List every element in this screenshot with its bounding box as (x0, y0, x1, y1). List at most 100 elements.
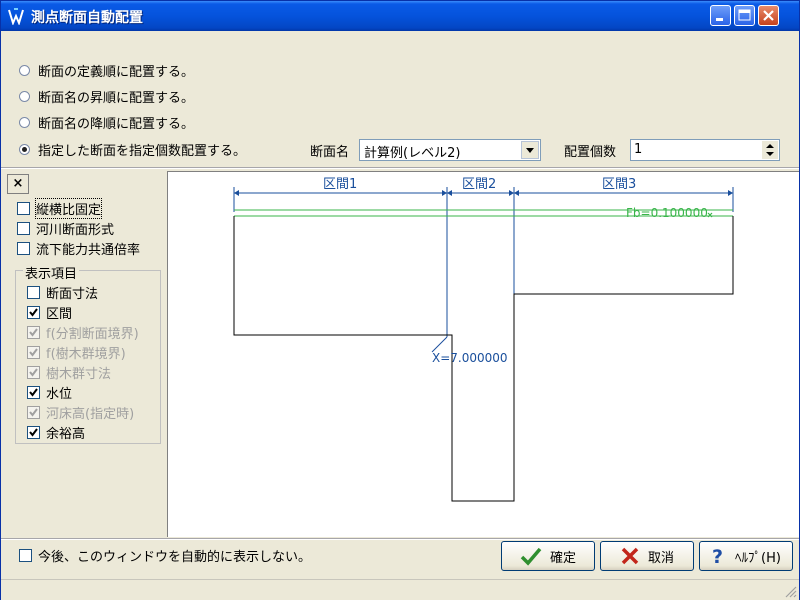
spinner-buttons[interactable] (762, 141, 778, 159)
section-label-2: 区間2 (462, 177, 496, 192)
app-icon (8, 8, 24, 25)
checkbox[interactable] (27, 385, 40, 399)
check-icon (29, 387, 38, 397)
arrow-right-icon (728, 190, 733, 196)
help-label: ﾍﾙﾌﾟ(H) (735, 550, 781, 566)
check-icon (29, 327, 38, 337)
radio-button[interactable] (19, 143, 30, 155)
checkbox (27, 365, 40, 379)
section-preview-canvas[interactable]: 区間1 区間2 区間3 Fb=0.100000 X=7.000000 (167, 171, 799, 537)
fb-label: Fb=0.100000 (626, 206, 708, 220)
check-icon (29, 427, 38, 437)
checkmark-icon (520, 547, 542, 566)
section-name-label: 断面名 (310, 145, 350, 160)
window-title: 測点断面自動配置 (31, 10, 143, 26)
radio-label: 断面名の昇順に配置する。 (38, 90, 195, 106)
check-split-boundary: f(分割断面境界) (27, 322, 139, 342)
resize-grip-icon[interactable] (783, 584, 797, 598)
status-bar (1, 579, 799, 600)
help-icon: ? (712, 546, 723, 566)
display-items-title: 表示項目 (23, 263, 80, 282)
radio-button[interactable] (19, 64, 30, 76)
x-mark-icon (621, 547, 639, 565)
maximize-icon (738, 9, 751, 21)
dropdown-button[interactable] (521, 141, 539, 159)
checkbox-label: 余裕高 (46, 426, 86, 442)
section-name-value: 計算例(レベル2) (364, 146, 461, 161)
checkbox-label: 河床高(指定時) (46, 406, 135, 422)
checkbox[interactable] (17, 241, 30, 255)
checkbox-label: 今後、このウィンドウを自動的に表示しない。 (38, 549, 312, 565)
title-bar[interactable]: 測点断面自動配置 (1, 1, 799, 31)
checkbox-label: 樹木群寸法 (46, 366, 112, 382)
checkbox-label: 流下能力共通倍率 (36, 242, 141, 258)
section-label-3: 区間3 (602, 177, 636, 192)
divider (1, 538, 799, 540)
check-freeboard[interactable]: 余裕高 (27, 422, 85, 442)
checkbox-label: f(分割断面境界) (46, 326, 139, 342)
count-value: 1 (634, 142, 643, 157)
radio-label: 指定した断面を指定個数配置する。 (38, 143, 247, 159)
panel-close-button[interactable]: × (7, 174, 29, 194)
count-label: 配置個数 (564, 145, 617, 160)
check-dont-show-again[interactable]: 今後、このウィンドウを自動的に表示しない。 (19, 545, 311, 565)
check-river-section[interactable]: 河川断面形式 (17, 218, 114, 238)
checkbox (27, 405, 40, 419)
minimize-button[interactable] (710, 5, 731, 26)
radio-specified-count[interactable]: 指定した断面を指定個数配置する。 (19, 139, 246, 159)
close-icon (763, 10, 774, 21)
cancel-button[interactable]: 取消 (600, 541, 694, 571)
radio-button[interactable] (19, 90, 30, 102)
check-icon (29, 347, 38, 357)
checkbox-label: 河川断面形式 (36, 222, 115, 238)
section-label-1: 区間1 (323, 177, 357, 192)
radio-label: 断面名の降順に配置する。 (38, 116, 195, 132)
ok-label: 確定 (549, 550, 576, 566)
radio-name-descending[interactable]: 断面名の降順に配置する。 (19, 112, 194, 132)
section-name-select[interactable]: 計算例(レベル2) (359, 139, 541, 161)
help-button[interactable]: ? ﾍﾙﾌﾟ(H) (699, 541, 793, 571)
check-tree-boundary: f(樹木群境界) (27, 342, 126, 362)
spin-arrows-icon (766, 144, 774, 156)
cross-section-drawing: 区間1 区間2 区間3 Fb=0.100000 X=7.000000 (233, 177, 734, 502)
radio-button[interactable] (19, 116, 30, 128)
ok-button[interactable]: 確定 (501, 541, 595, 571)
check-tree-dimension: 樹木群寸法 (27, 362, 111, 382)
checkbox[interactable] (17, 201, 30, 215)
checkbox (27, 325, 40, 339)
svg-text:?: ? (712, 546, 723, 566)
check-icon (29, 307, 38, 317)
maximize-button[interactable] (734, 5, 755, 26)
check-common-ratio[interactable]: 流下能力共通倍率 (17, 238, 140, 258)
check-icon (29, 407, 38, 417)
radio-name-ascending[interactable]: 断面名の昇順に配置する。 (19, 86, 194, 106)
check-riverbed-height: 河床高(指定時) (27, 402, 134, 422)
radio-label: 断面の定義順に配置する。 (38, 64, 195, 80)
checkbox[interactable] (27, 285, 40, 299)
cancel-label: 取消 (647, 550, 674, 566)
dialog-window: 測点断面自動配置 断面の定義順に配置する。 断面名の昇順に配置する。 断面名の降… (0, 0, 800, 600)
close-button[interactable] (758, 5, 779, 26)
divider (1, 167, 799, 169)
chevron-down-icon (526, 148, 534, 153)
x-leader-line (431, 336, 448, 353)
check-icon (29, 367, 38, 377)
minimize-icon (716, 18, 723, 21)
checkbox (27, 345, 40, 359)
check-section-dimension[interactable]: 断面寸法 (27, 282, 98, 302)
checkbox[interactable] (27, 305, 40, 319)
arrow-left-icon (234, 190, 239, 196)
checkbox[interactable] (27, 425, 40, 439)
checkbox[interactable] (19, 548, 32, 562)
checkbox[interactable] (17, 221, 30, 235)
radio-definition-order[interactable]: 断面の定義順に配置する。 (19, 60, 194, 80)
checkbox-label: f(樹木群境界) (46, 346, 126, 362)
check-water-level[interactable]: 水位 (27, 382, 72, 402)
check-section-interval[interactable]: 区間 (27, 302, 72, 322)
checkbox-label: 縦横比固定 (34, 197, 103, 219)
check-fixed-aspect[interactable]: 縦横比固定 (17, 197, 103, 219)
count-spinner[interactable]: 1 (630, 139, 780, 161)
checkbox-label: 断面寸法 (46, 286, 99, 302)
checkbox-label: 区間 (46, 306, 73, 322)
checkbox-label: 水位 (46, 386, 73, 402)
